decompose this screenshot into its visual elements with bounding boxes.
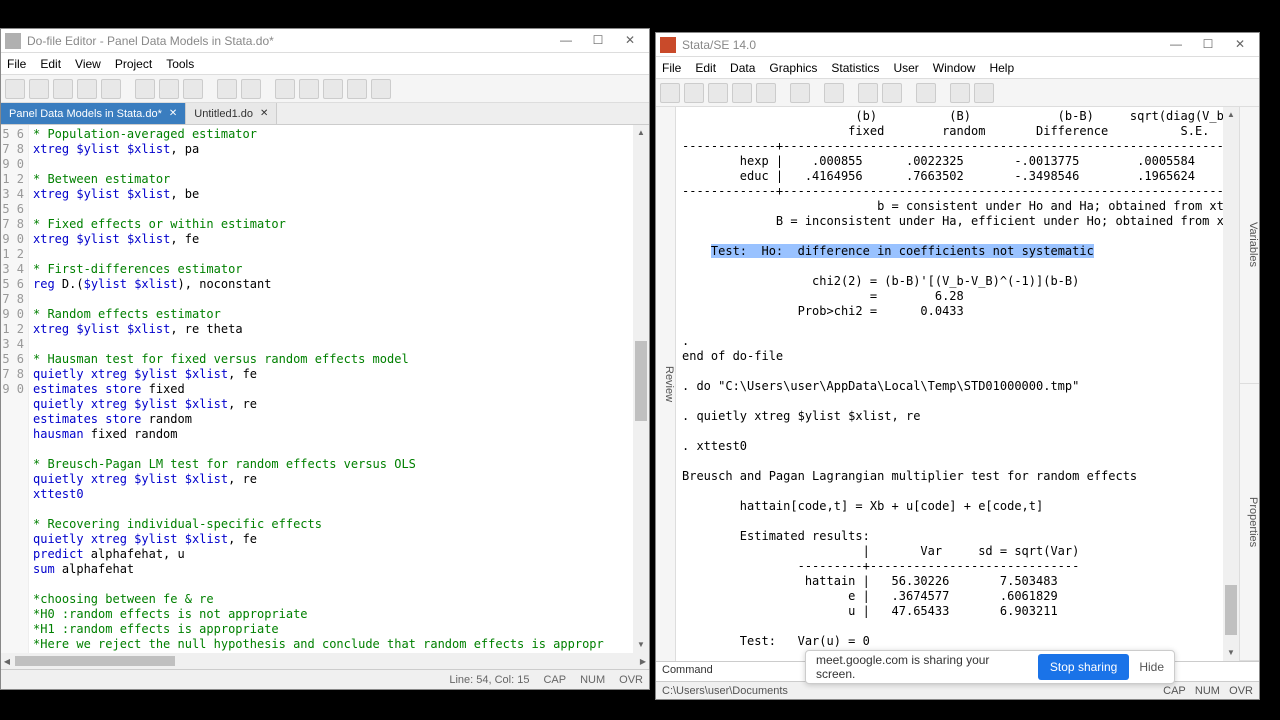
- working-dir: C:\Users\user\Documents: [662, 685, 788, 697]
- minimize-button[interactable]: —: [1161, 36, 1191, 54]
- undo-icon[interactable]: [217, 79, 237, 99]
- scroll-up-icon[interactable]: ▲: [633, 125, 649, 141]
- menu-help[interactable]: Help: [989, 61, 1014, 75]
- indent-left-icon[interactable]: [275, 79, 295, 99]
- tab-label: Untitled1.do: [194, 108, 253, 120]
- menu-project[interactable]: Project: [115, 57, 152, 71]
- dofile-icon[interactable]: [824, 83, 844, 103]
- vertical-scrollbar[interactable]: ▲ ▼: [633, 125, 649, 653]
- properties-panel-tab[interactable]: Properties: [1239, 384, 1259, 661]
- window-title: Stata/SE 14.0: [682, 38, 1161, 52]
- scroll-down-icon[interactable]: ▼: [633, 637, 649, 653]
- share-message: meet.google.com is sharing your screen.: [816, 653, 1028, 681]
- paste-icon[interactable]: [183, 79, 203, 99]
- save-icon[interactable]: [684, 83, 704, 103]
- copy-icon[interactable]: [159, 79, 179, 99]
- menu-data[interactable]: Data: [730, 61, 755, 75]
- editor-tabs: Panel Data Models in Stata.do* ✕ Untitle…: [1, 103, 649, 125]
- code-editor[interactable]: * Population-averaged estimator xtreg $y…: [29, 125, 633, 653]
- graph-icon[interactable]: [790, 83, 810, 103]
- open-icon[interactable]: [29, 79, 49, 99]
- num-indicator: NUM: [580, 674, 605, 686]
- stata-window: Stata/SE 14.0 — ☐ ✕ File Edit Data Graph…: [655, 32, 1260, 700]
- scroll-down-icon[interactable]: ▼: [1223, 645, 1239, 661]
- menu-user[interactable]: User: [893, 61, 918, 75]
- scroll-up-icon[interactable]: ▲: [1223, 107, 1239, 123]
- close-button[interactable]: ✕: [1225, 36, 1255, 54]
- viewer-icon[interactable]: [756, 83, 776, 103]
- screen-share-bar: meet.google.com is sharing your screen. …: [805, 650, 1175, 684]
- variables-panel-tab[interactable]: Variables: [1239, 107, 1259, 384]
- review-panel-tab[interactable]: Review: [656, 107, 676, 661]
- cursor-position: Line: 54, Col: 15: [449, 674, 529, 686]
- cap-indicator: CAP: [543, 674, 566, 686]
- data-browser-icon[interactable]: [882, 83, 902, 103]
- stop-sharing-button[interactable]: Stop sharing: [1038, 654, 1129, 680]
- new-icon[interactable]: [5, 79, 25, 99]
- maximize-button[interactable]: ☐: [583, 32, 613, 50]
- toolbar: [1, 75, 649, 103]
- save-icon[interactable]: [53, 79, 73, 99]
- menu-statistics[interactable]: Statistics: [831, 61, 879, 75]
- statusbar: Line: 54, Col: 15 CAP NUM OVR: [1, 669, 649, 689]
- ovr-indicator: OVR: [1229, 685, 1253, 697]
- line-gutter: 5 6 7 8 9 0 1 2 3 4 5 6 7 8 9 0 1 2 3 4 …: [1, 125, 29, 653]
- cap-indicator: CAP: [1163, 685, 1186, 697]
- run-icon[interactable]: [347, 79, 367, 99]
- titlebar[interactable]: Stata/SE 14.0 — ☐ ✕: [656, 33, 1259, 57]
- tab-close-icon[interactable]: ✕: [260, 108, 268, 119]
- run-selection-icon[interactable]: [371, 79, 391, 99]
- menu-file[interactable]: File: [662, 61, 681, 75]
- maximize-button[interactable]: ☐: [1193, 36, 1223, 54]
- cut-icon[interactable]: [135, 79, 155, 99]
- tab-untitled[interactable]: Untitled1.do ✕: [186, 103, 277, 124]
- indent-right-icon[interactable]: [299, 79, 319, 99]
- menu-window[interactable]: Window: [933, 61, 976, 75]
- tab-panel-data[interactable]: Panel Data Models in Stata.do* ✕: [1, 103, 186, 124]
- toolbar: [656, 79, 1259, 107]
- dofile-editor-window: Do-file Editor - Panel Data Models in St…: [0, 28, 650, 690]
- horizontal-scrollbar[interactable]: ◀ ▶: [1, 653, 649, 669]
- tab-close-icon[interactable]: ✕: [169, 108, 177, 119]
- num-indicator: NUM: [1195, 685, 1220, 697]
- vertical-scrollbar[interactable]: ▲ ▼: [1223, 107, 1239, 661]
- print-icon[interactable]: [708, 83, 728, 103]
- print-icon[interactable]: [77, 79, 97, 99]
- tab-label: Panel Data Models in Stata.do*: [9, 108, 162, 120]
- redo-icon[interactable]: [241, 79, 261, 99]
- log-icon[interactable]: [732, 83, 752, 103]
- menubar: File Edit View Project Tools: [1, 53, 649, 75]
- stata-app-icon: [660, 37, 676, 53]
- data-editor-icon[interactable]: [858, 83, 878, 103]
- menu-file[interactable]: File: [7, 57, 26, 71]
- window-title: Do-file Editor - Panel Data Models in St…: [27, 34, 551, 48]
- menu-graphics[interactable]: Graphics: [769, 61, 817, 75]
- break-icon[interactable]: [950, 83, 970, 103]
- find-icon[interactable]: [101, 79, 121, 99]
- menu-edit[interactable]: Edit: [695, 61, 716, 75]
- close-button[interactable]: ✕: [615, 32, 645, 50]
- more-icon[interactable]: [974, 83, 994, 103]
- menubar: File Edit Data Graphics Statistics User …: [656, 57, 1259, 79]
- menu-tools[interactable]: Tools: [166, 57, 194, 71]
- titlebar[interactable]: Do-file Editor - Panel Data Models in St…: [1, 29, 649, 53]
- menu-view[interactable]: View: [75, 57, 101, 71]
- hide-button[interactable]: Hide: [1139, 660, 1164, 674]
- menu-edit[interactable]: Edit: [40, 57, 61, 71]
- minimize-button[interactable]: —: [551, 32, 581, 50]
- bookmark-icon[interactable]: [323, 79, 343, 99]
- open-icon[interactable]: [660, 83, 680, 103]
- ovr-indicator: OVR: [619, 674, 643, 686]
- command-label: Command: [662, 664, 713, 676]
- app-icon: [5, 33, 21, 49]
- variables-icon[interactable]: [916, 83, 936, 103]
- results-pane[interactable]: (b) (B) (b-B) sqrt(diag(V_b-V_B)) fixed …: [676, 107, 1223, 661]
